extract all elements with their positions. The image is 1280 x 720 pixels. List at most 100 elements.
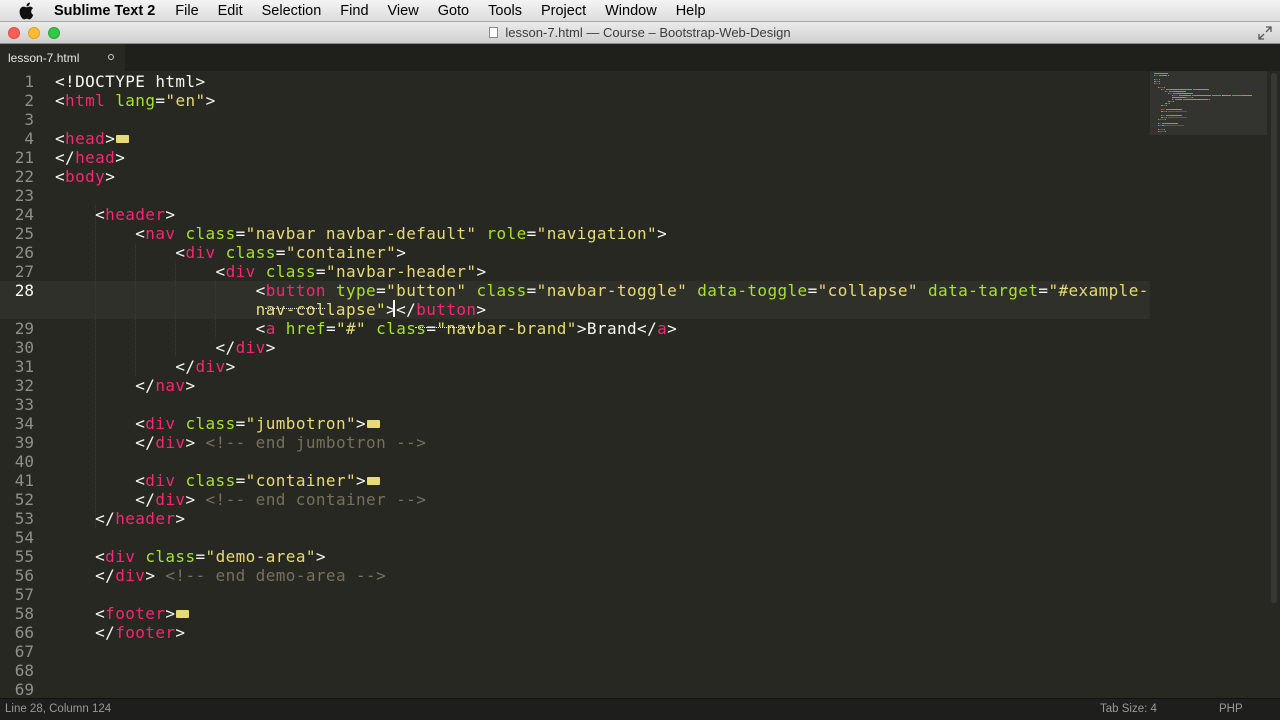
tab-bar: lesson-7.html bbox=[0, 44, 1280, 71]
folded-region-icon[interactable] bbox=[367, 419, 381, 428]
folded-region-icon[interactable] bbox=[367, 476, 381, 485]
minimap-stroke bbox=[1191, 97, 1193, 98]
zoom-window-button[interactable] bbox=[48, 27, 60, 39]
code-line[interactable]: <div class="container"> bbox=[55, 471, 381, 490]
code-token: class bbox=[225, 243, 276, 262]
line-number: 54 bbox=[14, 528, 34, 547]
code-token: div bbox=[155, 490, 186, 509]
menu-tools[interactable]: Tools bbox=[488, 3, 522, 19]
code-token: = bbox=[807, 281, 818, 300]
code-token: > bbox=[356, 414, 367, 433]
minimap-stroke bbox=[1154, 73, 1168, 74]
minimap-stroke bbox=[1171, 109, 1181, 110]
code-token: </ bbox=[55, 433, 156, 452]
syntax-selector[interactable]: PHP bbox=[1219, 703, 1243, 715]
code-editor[interactable]: 1 2 3 4 21 22 23 24 25 26 27 28 29 30 31 32 33 34 39 40 41 52… bbox=[0, 71, 1280, 698]
code-token: button bbox=[416, 300, 477, 319]
line-number: 57 bbox=[14, 585, 34, 604]
code-line[interactable]: </div> bbox=[55, 357, 236, 376]
menu-app-name[interactable]: Sublime Text 2 bbox=[54, 3, 155, 19]
code-line[interactable]: <body> bbox=[55, 167, 115, 186]
window-title-bar: lesson-7.html — Course – Bootstrap-Web-D… bbox=[0, 22, 1280, 44]
menu-file[interactable]: File bbox=[175, 3, 198, 19]
tab-lesson-7[interactable]: lesson-7.html bbox=[0, 44, 125, 71]
folded-region-icon[interactable] bbox=[176, 609, 190, 618]
close-window-button[interactable] bbox=[8, 27, 20, 39]
code-line[interactable]: </head> bbox=[55, 148, 125, 167]
code-token: a bbox=[265, 319, 276, 338]
folded-region-icon[interactable] bbox=[116, 134, 130, 143]
code-line[interactable]: <html lang="en"> bbox=[55, 91, 216, 110]
code-token: = bbox=[195, 547, 206, 566]
menu-selection[interactable]: Selection bbox=[262, 3, 322, 19]
matching-tag-underline bbox=[265, 307, 325, 309]
menu-goto[interactable]: Goto bbox=[438, 3, 469, 19]
code-token: "navbar navbar-default" bbox=[245, 224, 477, 243]
code-line[interactable]: </header> bbox=[55, 509, 185, 528]
menu-window[interactable]: Window bbox=[605, 3, 657, 19]
code-token: class bbox=[185, 224, 236, 243]
menu-help[interactable]: Help bbox=[676, 3, 706, 19]
line-number: 23 bbox=[14, 186, 34, 205]
line-number: 34 bbox=[14, 414, 34, 433]
code-line[interactable]: <div class="demo-area"> bbox=[55, 547, 326, 566]
code-line[interactable]: <nav class="navbar navbar-default" role=… bbox=[55, 224, 667, 243]
code-line[interactable]: <a href="#" class="navbar-brand">Brand</… bbox=[55, 319, 677, 338]
menu-project[interactable]: Project bbox=[541, 3, 586, 19]
code-line[interactable]: nav-collapse"></button> bbox=[55, 300, 486, 319]
minimap-stroke bbox=[1164, 119, 1166, 120]
unsaved-indicator-icon[interactable] bbox=[108, 54, 114, 60]
menu-edit[interactable]: Edit bbox=[218, 3, 243, 19]
minimap[interactable] bbox=[1150, 71, 1280, 151]
code-token: = bbox=[376, 281, 387, 300]
code-token: > bbox=[476, 262, 487, 281]
code-token: > bbox=[265, 338, 276, 357]
apple-logo-icon[interactable] bbox=[18, 1, 38, 21]
code-token: class bbox=[185, 414, 236, 433]
scrollbar-thumb[interactable] bbox=[1271, 73, 1277, 603]
code-token: "button" bbox=[386, 281, 467, 300]
code-line[interactable]: <div class="jumbotron"> bbox=[55, 414, 381, 433]
code-line[interactable]: </div> <!-- end demo-area --> bbox=[55, 566, 386, 585]
code-token: html bbox=[65, 91, 106, 110]
minimap-stroke bbox=[1154, 75, 1159, 76]
code-line[interactable]: </div> bbox=[55, 338, 276, 357]
code-line[interactable]: </nav> bbox=[55, 376, 195, 395]
code-line[interactable]: <button type="button" class="navbar-togg… bbox=[55, 281, 1149, 300]
code-token: head bbox=[65, 129, 106, 148]
status-bar: Line 28, Column 124 Tab Size: 4 PHP bbox=[0, 698, 1280, 720]
minimap-stroke bbox=[1172, 95, 1179, 96]
code-token: div bbox=[185, 243, 216, 262]
code-line[interactable]: <div class="navbar-header"> bbox=[55, 262, 487, 281]
minimap-stroke bbox=[1172, 101, 1174, 102]
code-line[interactable]: </div> <!-- end jumbotron --> bbox=[55, 433, 426, 452]
code-token: < bbox=[55, 167, 66, 186]
menu-view[interactable]: View bbox=[388, 3, 419, 19]
code-line[interactable]: </div> <!-- end container --> bbox=[55, 490, 426, 509]
tab-size-selector[interactable]: Tab Size: 4 bbox=[1100, 703, 1157, 715]
code-token: > bbox=[356, 471, 367, 490]
minimap-stroke bbox=[1167, 75, 1169, 76]
menu-find[interactable]: Find bbox=[340, 3, 368, 19]
minimize-window-button[interactable] bbox=[28, 27, 40, 39]
code-line[interactable]: <header> bbox=[55, 205, 175, 224]
code-token: head bbox=[75, 148, 116, 167]
code-token: </ bbox=[55, 338, 236, 357]
code-token: < bbox=[55, 604, 106, 623]
code-token: < bbox=[55, 224, 146, 243]
code-line[interactable]: <head> bbox=[55, 129, 130, 148]
code-line[interactable]: <footer> bbox=[55, 604, 190, 623]
code-line[interactable]: </footer> bbox=[55, 623, 185, 642]
line-number: 40 bbox=[14, 452, 34, 471]
code-token: header bbox=[105, 205, 166, 224]
line-number: 67 bbox=[14, 642, 34, 661]
code-token: > bbox=[165, 205, 176, 224]
code-line[interactable]: <!DOCTYPE html> bbox=[55, 72, 206, 91]
code-token: > bbox=[476, 300, 487, 319]
code-token: = bbox=[235, 414, 246, 433]
fullscreen-icon[interactable] bbox=[1258, 26, 1272, 40]
code-line[interactable]: <div class="container"> bbox=[55, 243, 406, 262]
